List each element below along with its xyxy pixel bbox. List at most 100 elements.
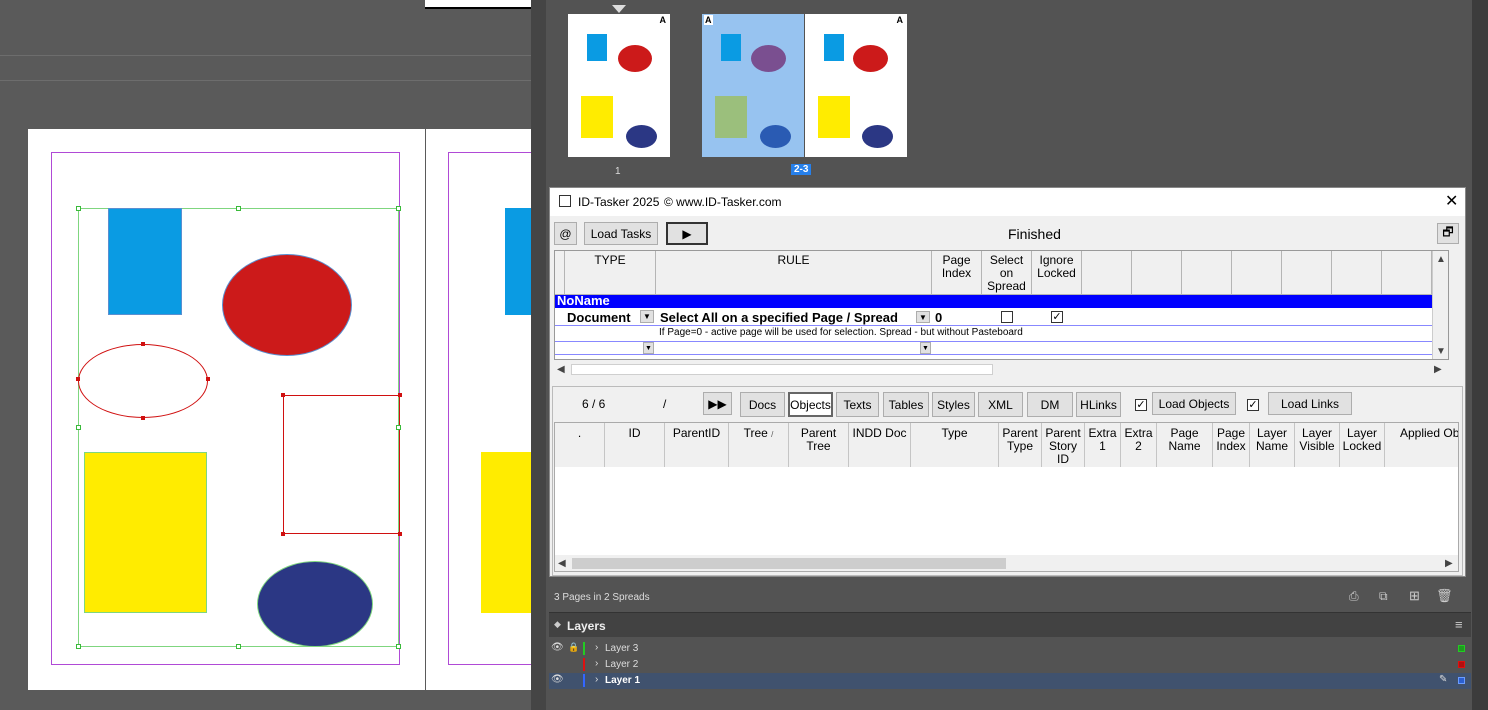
column-header-id[interactable]: ID <box>605 423 665 467</box>
column-header-parent-tree[interactable]: Parent Tree <box>789 423 849 467</box>
column-header-parentid[interactable]: ParentID <box>665 423 729 467</box>
at-button[interactable]: @ <box>554 222 577 245</box>
edit-page-size-icon[interactable]: ⧉ <box>1379 589 1388 604</box>
layer-row-3[interactable]: 👁 🔒 › Layer 3 <box>549 641 1471 657</box>
column-header-extra-2[interactable]: Extra 2 <box>1121 423 1157 467</box>
new-page-icon[interactable]: ⊞ <box>1409 588 1420 604</box>
page-thumbnail-1[interactable]: A <box>568 14 670 157</box>
anchor-point[interactable] <box>76 377 80 381</box>
page-index-value[interactable]: 0 <box>935 310 942 325</box>
layer-name[interactable]: Layer 2 <box>605 659 638 670</box>
rules-horizontal-scrollbar[interactable]: ◀ ▶ <box>554 361 1449 378</box>
column-header-empty[interactable] <box>1282 251 1332 295</box>
select-on-spread-checkbox[interactable] <box>1001 311 1013 323</box>
resize-handle[interactable] <box>236 206 241 211</box>
blue-rectangle[interactable] <box>505 208 531 315</box>
chevron-down-icon[interactable]: ▼ <box>920 342 931 354</box>
resize-handle[interactable] <box>396 425 401 430</box>
objects-grid[interactable]: . ID ParentID Tree / Parent Tree INDD Do… <box>554 422 1459 572</box>
load-links-checkbox[interactable]: ✓ <box>1247 399 1259 411</box>
collapse-icon[interactable]: ◆ <box>554 619 561 630</box>
rule-value[interactable]: Select All on a specified Page / Spread <box>660 310 898 325</box>
resize-handle[interactable] <box>76 425 81 430</box>
column-header-parent-story-id[interactable]: Parent Story ID <box>1042 423 1085 467</box>
layers-panel-title[interactable]: Layers <box>567 619 606 633</box>
ignore-locked-checkbox[interactable]: ✓ <box>1051 311 1063 323</box>
column-header-page-name[interactable]: Page Name <box>1157 423 1213 467</box>
column-header-parent-type[interactable]: Parent Type <box>999 423 1042 467</box>
anchor-point[interactable] <box>206 377 210 381</box>
column-header-type[interactable]: TYPE <box>565 251 656 295</box>
column-header-tree[interactable]: Tree / <box>729 423 789 467</box>
page-thumbnail-2[interactable]: A <box>702 14 804 157</box>
chevron-down-icon[interactable]: ▼ <box>640 310 654 323</box>
column-header-applied-obj[interactable]: Applied Obj <box>1385 423 1458 467</box>
column-header-layer-locked[interactable]: Layer Locked <box>1340 423 1385 467</box>
column-header-empty[interactable] <box>1382 251 1432 295</box>
column-header-layer-name[interactable]: Layer Name <box>1250 423 1295 467</box>
resize-handle[interactable] <box>76 644 81 649</box>
tab-hlinks[interactable]: HLinks <box>1076 392 1121 417</box>
load-tasks-button[interactable]: Load Tasks <box>584 222 658 245</box>
anchor-point[interactable] <box>141 342 145 346</box>
column-header-rule[interactable]: RULE <box>656 251 932 295</box>
scroll-thumb[interactable] <box>572 558 1006 569</box>
page-thumbnail-3[interactable]: A <box>805 14 907 157</box>
tab-docs[interactable]: Docs <box>740 392 785 417</box>
page-2[interactable] <box>426 129 531 690</box>
panel-menu-icon[interactable]: ≡ <box>1455 617 1463 632</box>
yellow-rectangle[interactable] <box>481 452 531 613</box>
column-header-dot[interactable]: . <box>555 423 605 467</box>
layer-selection-indicator[interactable] <box>1458 677 1465 684</box>
column-header-page-index[interactable]: Page Index <box>932 251 982 295</box>
resize-handle[interactable] <box>76 206 81 211</box>
anchor-point[interactable] <box>398 532 402 536</box>
layer-selection-indicator[interactable] <box>1458 661 1465 668</box>
column-header-type[interactable]: Type <box>911 423 999 467</box>
empty-rectangle-frame[interactable] <box>283 395 400 534</box>
load-objects-checkbox[interactable]: ✓ <box>1135 399 1147 411</box>
layer-name[interactable]: Layer 1 <box>605 675 640 686</box>
document-canvas[interactable] <box>0 0 531 710</box>
resize-handle[interactable] <box>396 644 401 649</box>
rules-grid[interactable]: TYPE RULE Page Index Select on Spread Ig… <box>554 250 1449 360</box>
column-header-select-on-spread[interactable]: Select on Spread <box>982 251 1032 295</box>
resize-handle[interactable] <box>236 644 241 649</box>
tab-objects[interactable]: Objects <box>788 392 833 417</box>
column-header-empty[interactable] <box>1132 251 1182 295</box>
objects-horizontal-scrollbar[interactable]: ◀ ▶ <box>555 555 1458 571</box>
rules-vertical-scrollbar[interactable]: ▲ ▼ <box>1432 251 1448 359</box>
column-header-page-index[interactable]: Page Index <box>1213 423 1250 467</box>
page-1[interactable] <box>28 129 425 690</box>
blue-rectangle[interactable] <box>108 208 182 315</box>
yellow-rectangle[interactable] <box>84 452 207 613</box>
rule-type-value[interactable]: Document <box>567 310 631 325</box>
page-size-icon[interactable]: ⎙ <box>1349 589 1359 604</box>
column-header-empty[interactable] <box>1332 251 1382 295</box>
close-icon[interactable]: ✕ <box>1445 191 1458 211</box>
layer-selection-indicator[interactable] <box>1458 645 1465 652</box>
load-links-button[interactable]: Load Links <box>1268 392 1352 415</box>
scroll-thumb[interactable] <box>571 364 993 375</box>
load-objects-button[interactable]: Load Objects <box>1152 392 1236 415</box>
column-header-ignore-locked[interactable]: Ignore Locked <box>1032 251 1082 295</box>
lock-icon[interactable]: 🔒 <box>568 642 579 653</box>
chevron-right-icon[interactable]: › <box>595 658 598 669</box>
anchor-point[interactable] <box>281 393 285 397</box>
column-header-extra-1[interactable]: Extra 1 <box>1085 423 1121 467</box>
empty-rule-row[interactable] <box>555 341 1446 355</box>
restore-icon[interactable]: 🗗 <box>1437 223 1459 244</box>
tab-tables[interactable]: Tables <box>883 392 929 417</box>
tab-texts[interactable]: Texts <box>836 392 879 417</box>
fast-forward-icon[interactable]: ▶▶ <box>703 392 732 415</box>
trash-icon[interactable]: 🗑 <box>1436 588 1453 604</box>
chevron-down-icon[interactable]: ▼ <box>643 342 654 354</box>
layer-name[interactable]: Layer 3 <box>605 643 638 654</box>
resize-handle[interactable] <box>396 206 401 211</box>
eye-icon[interactable]: 👁 <box>551 674 564 685</box>
red-ellipse[interactable] <box>222 254 352 356</box>
anchor-point[interactable] <box>281 532 285 536</box>
anchor-point[interactable] <box>141 416 145 420</box>
empty-ellipse-frame[interactable] <box>78 344 208 418</box>
column-header-empty[interactable] <box>1232 251 1282 295</box>
